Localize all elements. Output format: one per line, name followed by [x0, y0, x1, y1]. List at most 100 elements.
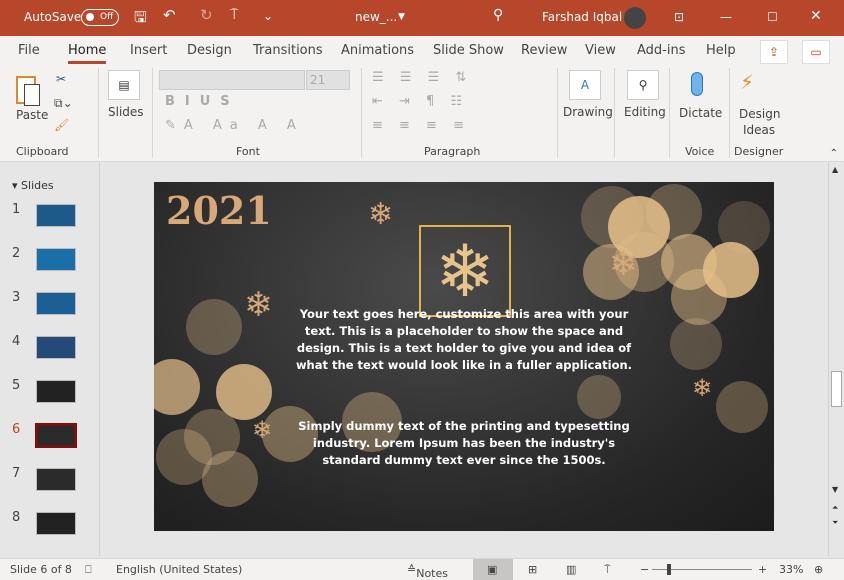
dictate-button[interactable]: Dictate: [679, 106, 722, 120]
year-logo: 2021: [166, 188, 272, 233]
slides-panel: ▾ Slides 1 2 3 4 5 6 7 8: [0, 163, 100, 556]
reading-view-icon[interactable]: ▥: [566, 563, 576, 576]
font-size-select[interactable]: 21: [306, 70, 350, 90]
slide-number: 1: [12, 202, 21, 217]
zoom-in-icon[interactable]: +: [758, 563, 767, 576]
autosave-toggle[interactable]: Off: [81, 9, 119, 26]
undo-icon[interactable]: ↶: [163, 6, 176, 24]
scroll-thumb[interactable]: [831, 371, 842, 407]
design-ideas-label-2[interactable]: Ideas: [743, 123, 775, 137]
new-slide-icon[interactable]: ▤: [108, 70, 140, 100]
paste-icon[interactable]: [12, 72, 46, 106]
maximize-icon[interactable]: ☐: [767, 10, 778, 24]
slideshow-icon[interactable]: ⍑: [604, 563, 611, 577]
drawing-button[interactable]: Drawing: [563, 105, 613, 119]
file-name[interactable]: new_...: [355, 10, 397, 24]
ribbon: Paste ✂ ⧉⌄ 🖌 ▤ Slides 21 BIUS ✎A Aa A A …: [0, 64, 844, 162]
group-paragraph: Paragraph: [424, 145, 481, 158]
cut-icon[interactable]: ✂: [56, 72, 66, 86]
present-icon[interactable]: ⍑: [230, 7, 238, 23]
format-painter-icon[interactable]: 🖌: [54, 118, 69, 132]
group-clipboard: Clipboard: [16, 145, 69, 158]
tab-design[interactable]: Design: [187, 43, 232, 58]
slide-thumbnail[interactable]: [36, 468, 76, 491]
share-button[interactable]: ⇪: [760, 40, 788, 64]
filename-dropdown-icon[interactable]: ▼: [398, 12, 405, 22]
notes-label: Notes: [416, 567, 448, 580]
design-ideas-label-1[interactable]: Design: [739, 107, 780, 121]
editing-icon[interactable]: ⚲: [627, 70, 659, 100]
accessibility-icon[interactable]: ⎕: [85, 563, 92, 577]
slide-thumbnail[interactable]: [36, 336, 76, 359]
slide-canvas[interactable]: 2021 ❄ ❄ ❄ ❄ ❄ ❄ Your text goes here, cu…: [154, 182, 774, 531]
close-icon[interactable]: ✕: [810, 8, 822, 24]
save-icon[interactable]: 🖫: [134, 7, 147, 32]
group-font: Font: [236, 145, 260, 158]
scroll-up-icon[interactable]: ▲: [832, 165, 838, 174]
slides-panel-title: ▾ Slides: [12, 179, 54, 192]
search-icon[interactable]: ⚲: [493, 7, 503, 23]
slide-number: 4: [12, 334, 21, 349]
scroll-down-icon[interactable]: ▼: [832, 485, 838, 494]
customize-qat-icon[interactable]: ⌄: [263, 9, 273, 23]
tab-slide-show[interactable]: Slide Show: [433, 43, 504, 58]
zoom-slider-thumb[interactable]: [666, 564, 671, 575]
minimize-icon[interactable]: —: [720, 10, 732, 24]
group-voice: Voice: [685, 145, 715, 158]
next-slide-icon[interactable]: ⏷: [832, 518, 838, 528]
slide-number: 3: [12, 290, 21, 305]
tab-file[interactable]: File: [18, 43, 40, 58]
zoom-out-icon[interactable]: −: [640, 563, 649, 576]
font-name-select[interactable]: [159, 70, 305, 90]
zoom-level[interactable]: 33%: [779, 563, 803, 576]
previous-slide-icon[interactable]: ⏶: [832, 503, 838, 513]
slide-thumbnail[interactable]: [36, 204, 76, 227]
paste-button[interactable]: Paste: [16, 108, 48, 122]
slide-thumbnail[interactable]: [36, 512, 76, 535]
slide-sorter-icon[interactable]: ⊞: [528, 563, 537, 576]
indent-icons[interactable]: ⇤ ⇥ ¶ ☷: [372, 94, 468, 109]
copy-icon[interactable]: ⧉⌄: [54, 96, 73, 111]
slide-number: 8: [12, 510, 21, 525]
tab-add-ins[interactable]: Add-ins: [637, 43, 685, 58]
design-ideas-icon[interactable]: ⚡: [740, 70, 754, 94]
user-name[interactable]: Farshad Iqbal: [542, 10, 622, 24]
align-icons[interactable]: ≡ ≡ ≡ ≡: [372, 118, 470, 133]
tab-insert[interactable]: Insert: [130, 43, 167, 58]
bold-italic-underline-icons[interactable]: BIUS: [165, 94, 240, 109]
tab-transitions[interactable]: Transitions: [253, 43, 323, 58]
ribbon-display-icon[interactable]: ⊡: [674, 10, 684, 24]
slide-body-paragraph-2[interactable]: Simply dummy text of the printing and ty…: [289, 418, 639, 469]
collapse-ribbon-icon[interactable]: ⌃: [830, 148, 838, 159]
normal-view-icon[interactable]: ▣: [487, 563, 497, 576]
redo-icon[interactable]: ↻: [200, 6, 213, 24]
language[interactable]: English (United States): [116, 563, 242, 576]
slide-body-paragraph-1[interactable]: Your text goes here, customize this area…: [289, 306, 639, 374]
snowflake-icon: ❄: [252, 416, 273, 444]
tab-home[interactable]: Home: [68, 43, 107, 64]
vertical-scrollbar[interactable]: ▲ ▼ ⏶ ⏷: [828, 163, 844, 556]
slide-thumbnail[interactable]: [35, 423, 77, 448]
comment-icon: ▭: [810, 45, 822, 59]
snowflake-icon: ❄: [609, 244, 638, 284]
tab-view[interactable]: View: [585, 43, 616, 58]
fit-to-window-icon[interactable]: ⊕: [814, 563, 823, 576]
ribbon-tabs: File Home Insert Design Transitions Anim…: [0, 36, 844, 64]
avatar[interactable]: [624, 7, 646, 29]
notes-button[interactable]: ≙ Notes: [407, 563, 448, 580]
list-icons[interactable]: ☰ ☰ ☰ ⇅: [372, 70, 472, 85]
editing-button[interactable]: Editing: [624, 105, 666, 119]
snowflake-icon: ❄: [419, 225, 511, 317]
slide-number: 2: [12, 246, 21, 261]
slide-thumbnail[interactable]: [36, 248, 76, 271]
comments-button[interactable]: ▭: [802, 40, 830, 64]
font-color-icons[interactable]: ✎A Aa A A: [165, 118, 304, 133]
slide-thumbnail[interactable]: [36, 292, 76, 315]
tab-animations[interactable]: Animations: [341, 43, 414, 58]
slides-button[interactable]: Slides: [108, 105, 144, 119]
tab-help[interactable]: Help: [706, 43, 736, 58]
microphone-icon[interactable]: [691, 72, 703, 96]
slide-thumbnail[interactable]: [36, 380, 76, 403]
tab-review[interactable]: Review: [521, 43, 567, 58]
drawing-icon[interactable]: A: [569, 70, 601, 100]
